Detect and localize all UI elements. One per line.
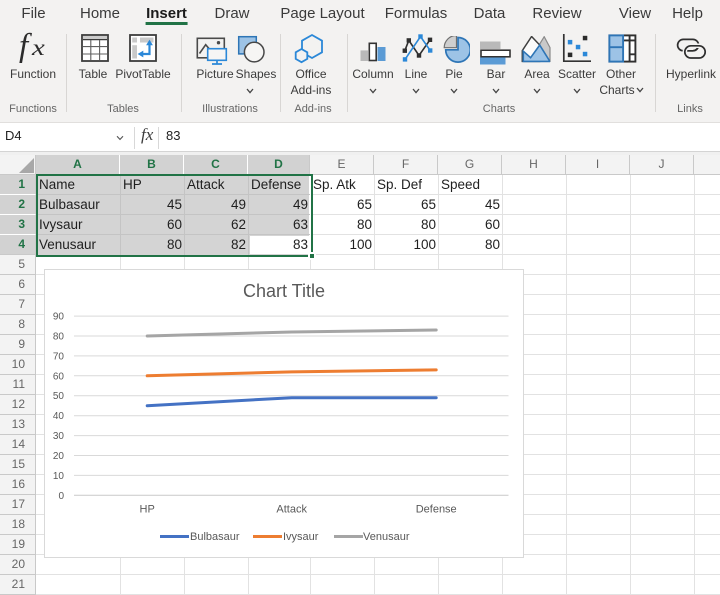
svg-text:Bulbasaur: Bulbasaur [190, 531, 240, 543]
svg-text:40: 40 [53, 411, 65, 422]
svg-text:Ivysaur: Ivysaur [283, 531, 319, 543]
svg-text:80: 80 [53, 332, 65, 343]
svg-text:Defense: Defense [416, 504, 457, 516]
svg-text:60: 60 [53, 371, 65, 382]
svg-text:HP: HP [140, 504, 155, 516]
svg-text:Venusaur: Venusaur [363, 531, 410, 543]
svg-text:10: 10 [53, 471, 65, 482]
svg-text:Attack: Attack [276, 504, 307, 516]
svg-text:70: 70 [53, 351, 65, 362]
svg-text:90: 90 [53, 312, 65, 323]
svg-text:0: 0 [58, 491, 64, 502]
svg-text:20: 20 [53, 451, 65, 462]
svg-text:30: 30 [53, 431, 65, 442]
svg-text:Chart Title: Chart Title [243, 281, 325, 301]
svg-text:50: 50 [53, 391, 65, 402]
